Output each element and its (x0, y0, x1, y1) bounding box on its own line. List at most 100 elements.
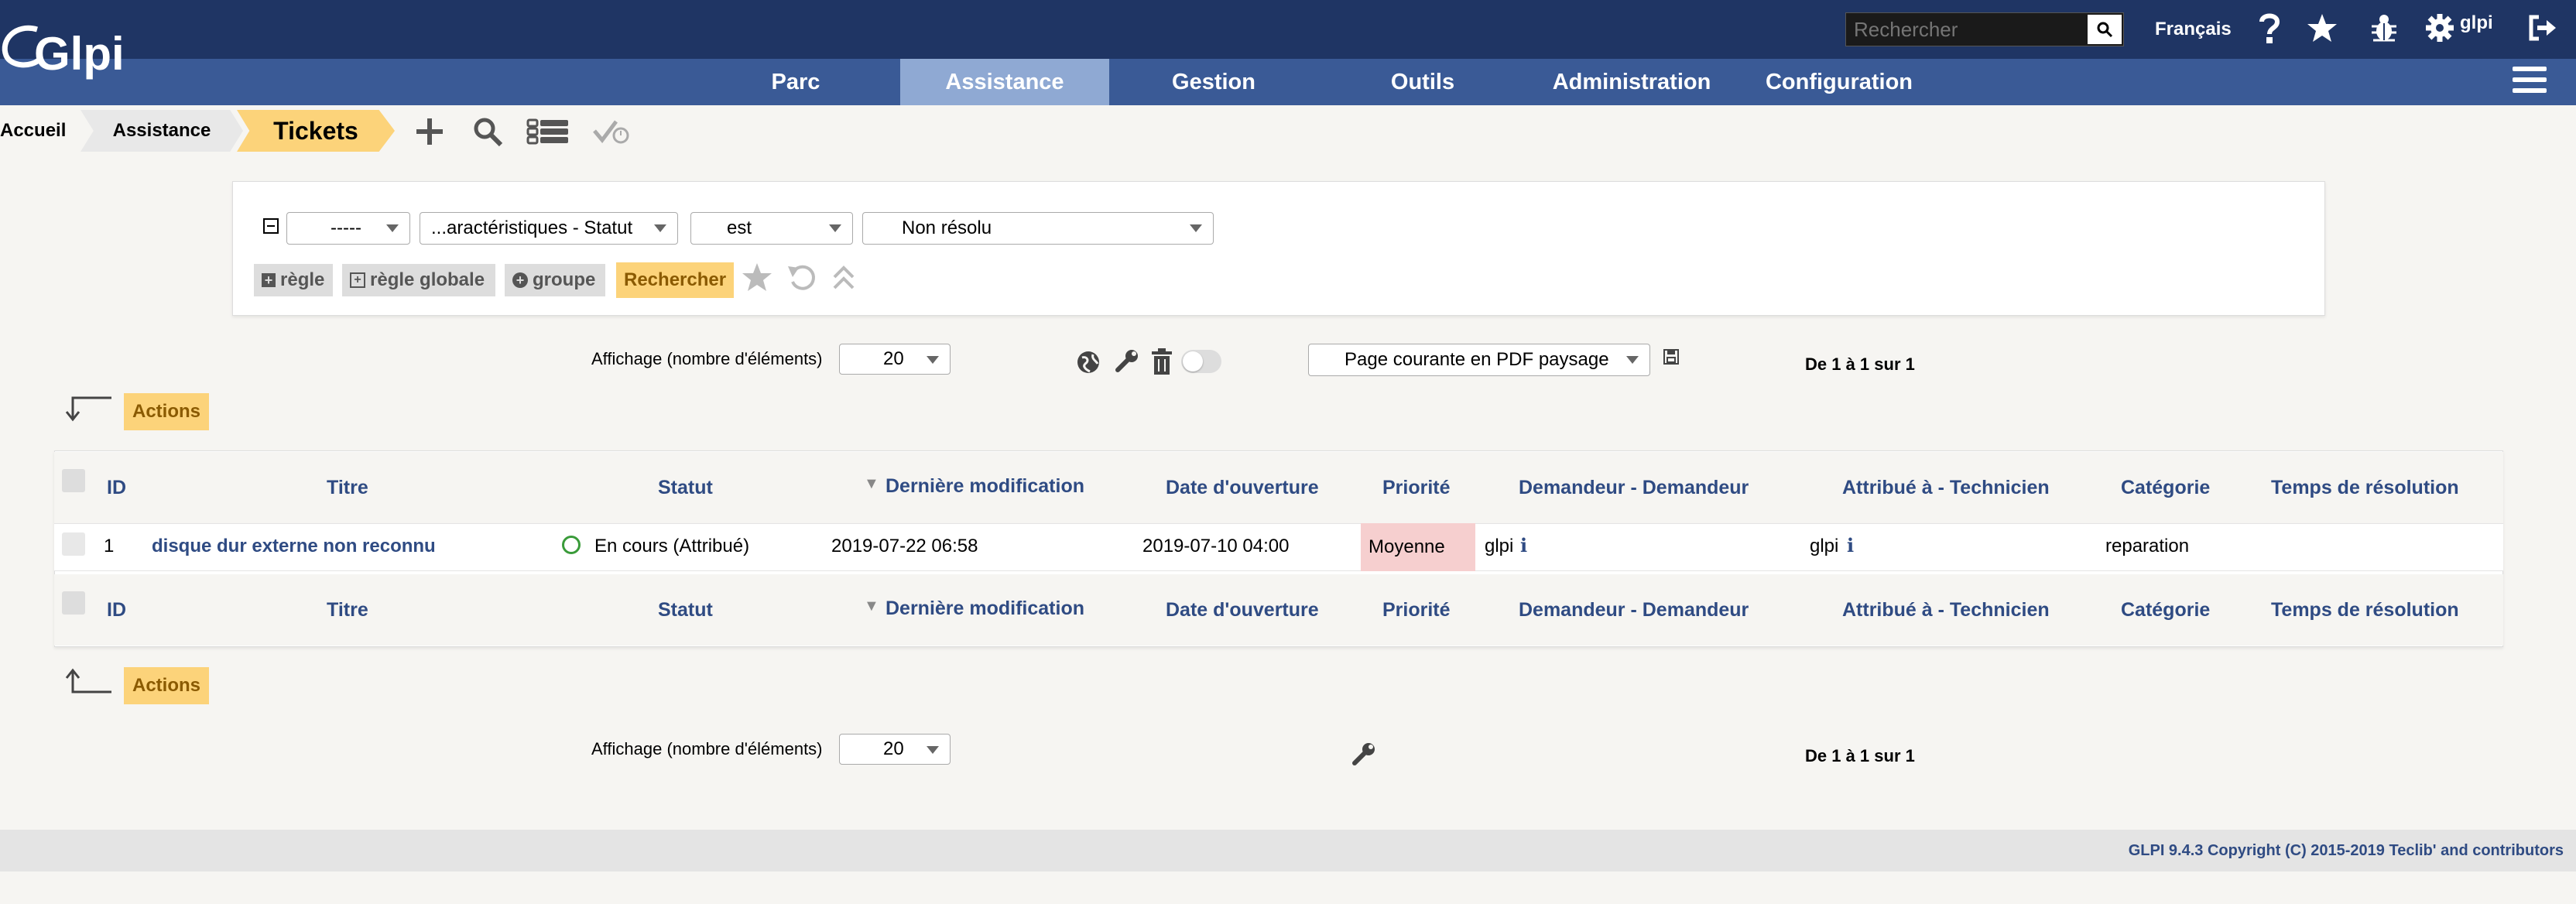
row-checkbox[interactable] (62, 532, 85, 556)
column-header-priority[interactable]: Priorité (1382, 477, 1451, 499)
debug-button[interactable] (2365, 9, 2403, 46)
column-header-requester[interactable]: Demandeur - Demandeur (1519, 477, 1749, 499)
info-icon[interactable]: i (1520, 534, 1527, 556)
column-header-title[interactable]: Titre (327, 477, 368, 499)
toggle-icon (1183, 351, 1203, 372)
pagination-range: De 1 à 1 sur 1 (1805, 354, 1915, 374)
mass-actions-button[interactable]: Actions (124, 393, 209, 430)
nav-configuration[interactable]: Configuration (1754, 59, 1924, 105)
column-footer-category[interactable]: Catégorie (2121, 599, 2210, 622)
column-footer-last-modified[interactable]: Dernière modification (886, 598, 1084, 620)
wrench-icon (1352, 743, 1375, 765)
display-count-select[interactable]: 20 (839, 344, 951, 375)
mass-actions-button-bottom[interactable]: Actions (124, 667, 209, 704)
bug-icon (2372, 15, 2396, 42)
wrench-icon (1115, 350, 1138, 372)
criteria-value-select[interactable]: Non résolu (862, 212, 1214, 245)
collapse-criteria-button[interactable] (263, 218, 279, 234)
add-global-rule-label: règle globale (370, 269, 485, 290)
global-search (1845, 12, 2124, 46)
breadcrumb-assistance[interactable]: Assistance (80, 110, 243, 152)
info-icon[interactable]: i (1847, 534, 1854, 556)
column-header-technician[interactable]: Attribué à - Technicien (1842, 477, 2050, 499)
column-header-status[interactable]: Statut (658, 477, 713, 499)
reset-search-button[interactable] (786, 262, 817, 296)
criteria-operator-select[interactable]: est (690, 212, 853, 245)
add-icon (416, 118, 443, 145)
nav-assistance[interactable]: Assistance (900, 59, 1109, 105)
logo-text: Glpi (34, 28, 125, 80)
export-format-value: Page courante en PDF paysage (1345, 349, 1609, 370)
select-all-checkbox[interactable] (62, 469, 85, 492)
trash-view-button[interactable] (1150, 348, 1173, 378)
display-count-select-bottom[interactable]: 20 (839, 734, 951, 765)
column-footer-requester[interactable]: Demandeur - Demandeur (1519, 599, 1749, 622)
copyright-link[interactable]: GLPI 9.4.3 Copyright (C) 2015-2019 Tecli… (2129, 842, 2564, 860)
gear-icon (2426, 14, 2454, 42)
breadcrumb-tickets[interactable]: Tickets (237, 110, 395, 152)
column-header-opened[interactable]: Date d'ouverture (1166, 477, 1319, 499)
criteria-field-select[interactable]: ...aractéristiques - Statut (420, 212, 678, 245)
select-columns-button[interactable] (1113, 348, 1139, 378)
criteria-link-value: ----- (331, 217, 361, 238)
column-header-resolution-time[interactable]: Temps de résolution (2271, 477, 2459, 499)
search-submit-button[interactable]: Rechercher (616, 262, 734, 298)
search-button[interactable] (2088, 15, 2122, 44)
column-footer-opened[interactable]: Date d'ouverture (1166, 599, 1319, 622)
ticket-last-modified: 2019-07-22 06:58 (831, 536, 978, 556)
export-button[interactable] (1663, 348, 1680, 369)
plus-square-outline-icon: + (350, 272, 365, 288)
ticket-title-link[interactable]: disque dur externe non reconnu (152, 536, 436, 557)
add-rule-button[interactable]: + règle (254, 264, 333, 296)
validation-button[interactable] (593, 116, 630, 147)
ticket-technician-link[interactable]: glpi (1810, 536, 1838, 557)
bookmarks-button[interactable] (2304, 9, 2341, 46)
trash-icon (1152, 348, 1172, 375)
saved-searches-button[interactable] (526, 116, 570, 147)
nav-outils[interactable]: Outils (1362, 59, 1483, 105)
star-outline-icon (742, 263, 772, 291)
select-columns-button-bottom[interactable] (1350, 741, 1376, 772)
column-footer-resolution-time[interactable]: Temps de résolution (2271, 599, 2459, 622)
add-global-rule-button[interactable]: + règle globale (342, 264, 495, 296)
fold-search-button[interactable] (831, 263, 856, 295)
global-search-input[interactable] (1846, 13, 2088, 46)
minus-icon (267, 225, 275, 227)
global-view-button[interactable] (1076, 350, 1101, 378)
column-footer-title[interactable]: Titre (327, 599, 368, 622)
pagination-range-bottom: De 1 à 1 sur 1 (1805, 746, 1915, 765)
help-button[interactable] (2251, 9, 2288, 46)
save-search-button[interactable] (742, 262, 772, 296)
column-header-last-modified[interactable]: Dernière modification (886, 475, 1084, 498)
add-group-button[interactable]: + groupe (505, 264, 605, 296)
main-nav-bar (0, 59, 2576, 105)
magnifier-icon (474, 118, 503, 147)
criteria-link-select[interactable]: ----- (286, 212, 410, 245)
display-count-value: 20 (883, 348, 904, 369)
language-selector[interactable]: Français (2155, 19, 2232, 40)
export-format-select[interactable]: Page courante en PDF paysage (1308, 344, 1650, 376)
column-footer-priority[interactable]: Priorité (1382, 599, 1451, 622)
column-footer-status[interactable]: Statut (658, 599, 713, 622)
select-all-checkbox-bottom[interactable] (62, 591, 85, 615)
column-footer-technician[interactable]: Attribué à - Technicien (1842, 599, 2050, 622)
nav-gestion[interactable]: Gestion (1146, 59, 1282, 105)
trash-toggle[interactable] (1181, 350, 1221, 373)
ticket-requester-link[interactable]: glpi (1485, 536, 1513, 557)
user-name[interactable]: glpi (2460, 12, 2493, 34)
undo-icon (788, 265, 815, 290)
preferences-button[interactable] (2421, 9, 2458, 46)
menu-button[interactable] (2513, 67, 2547, 98)
add-ticket-button[interactable] (415, 116, 444, 147)
column-header-category[interactable]: Catégorie (2121, 477, 2210, 499)
nav-administration[interactable]: Administration (1536, 59, 1728, 105)
nav-parc[interactable]: Parc (728, 59, 864, 105)
column-footer-id[interactable]: ID (107, 599, 126, 622)
ticket-opened: 2019-07-10 04:00 (1142, 536, 1290, 556)
column-header-id[interactable]: ID (107, 477, 126, 499)
search-tickets-button[interactable] (472, 116, 503, 147)
breadcrumb-home[interactable]: Accueil (0, 110, 80, 152)
star-icon (2307, 14, 2337, 42)
logout-button[interactable] (2523, 9, 2561, 46)
glpi-logo[interactable]: Glpi (0, 19, 132, 93)
